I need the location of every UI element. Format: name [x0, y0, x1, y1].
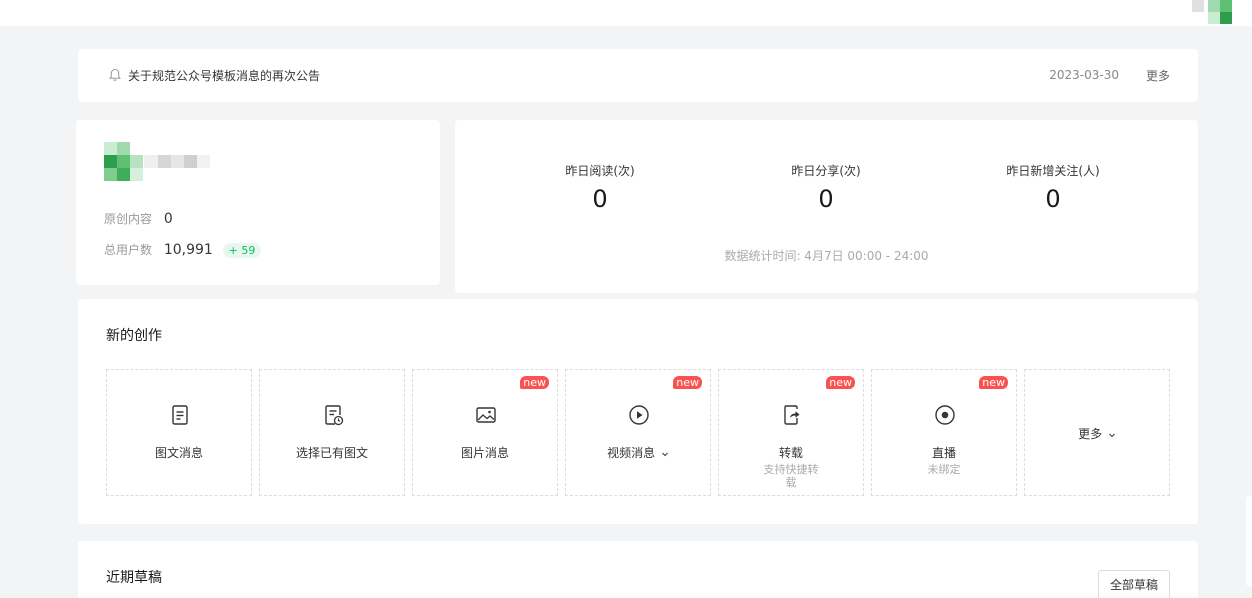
stat-value: 0 [592, 185, 608, 213]
stats-card: 昨日阅读(次) 0 昨日分享(次) 0 昨日新增关注(人) 0 数据统计时间: … [455, 120, 1198, 293]
live-icon [935, 405, 955, 425]
drafts-card: 近期草稿 全部草稿 [78, 541, 1198, 598]
chevron-down-icon [1109, 433, 1115, 437]
create-card: 新的创作 图文消息 选择已有图文 new 图片消息 new 视频消息 new 转… [78, 299, 1198, 524]
tile-repost[interactable]: new 转载 支持快捷转载 [718, 369, 864, 496]
users-delta-badge: + 59 [222, 243, 262, 258]
tile-live[interactable]: new 直播 未绑定 [871, 369, 1017, 496]
tile-label: 视频消息 [607, 446, 656, 460]
tile-video[interactable]: new 视频消息 [565, 369, 711, 496]
tile-more-label: 更多 [1025, 425, 1169, 442]
tile-label: 直播 [931, 446, 956, 460]
article-history-icon [325, 405, 344, 426]
notice-bar: 关于规范公众号模板消息的再次公告 2023-03-30 更多 [78, 49, 1198, 102]
stat-new-followers: 昨日新增关注(人) 0 [953, 162, 1153, 213]
repost-icon [784, 405, 800, 425]
top-bar [0, 0, 1252, 26]
stat-label: 昨日阅读(次) [565, 164, 635, 178]
notice-date: 2023-03-30 [1049, 68, 1119, 82]
original-content-label: 原创内容 [104, 212, 153, 226]
video-icon [629, 405, 649, 425]
bell-icon [108, 68, 122, 81]
total-users-row: 总用户数 10,991 + 59 [104, 241, 262, 258]
side-scroll-tab[interactable] [1246, 496, 1252, 586]
create-title: 新的创作 [106, 328, 162, 344]
tile-label: 图文消息 [154, 446, 203, 460]
account-logo-blurred [104, 142, 214, 182]
tile-article[interactable]: 图文消息 [106, 369, 252, 496]
tile-sublabel: 未绑定 [927, 463, 961, 476]
original-content-value: 0 [163, 211, 173, 227]
user-avatar[interactable] [1192, 0, 1232, 24]
tile-label: 转载 [778, 446, 803, 460]
all-drafts-button[interactable]: 全部草稿 [1098, 570, 1170, 598]
tile-more[interactable]: 更多 [1024, 369, 1170, 496]
stats-time: 数据统计时间: 4月7日 00:00 - 24:00 [724, 249, 929, 263]
new-badge: new [520, 376, 549, 389]
new-badge: new [826, 376, 855, 389]
stat-value: 0 [818, 185, 834, 213]
tile-label: 图片消息 [460, 446, 509, 460]
stat-value: 0 [1045, 185, 1061, 213]
tile-label-with-dropdown[interactable]: 视频消息 [566, 444, 710, 461]
image-icon [476, 407, 496, 423]
article-icon [172, 405, 188, 425]
stat-label: 昨日分享(次) [791, 164, 861, 178]
more-label: 更多 [1078, 427, 1103, 441]
tile-existing-article[interactable]: 选择已有图文 [259, 369, 405, 496]
chevron-down-icon [662, 452, 668, 456]
stat-reads: 昨日阅读(次) 0 [500, 162, 700, 213]
drafts-title: 近期草稿 [106, 570, 162, 586]
total-users-label: 总用户数 [104, 243, 153, 257]
tile-sublabel: 支持快捷转载 [763, 463, 819, 489]
new-badge: new [673, 376, 702, 389]
tile-label: 选择已有图文 [295, 446, 368, 460]
notice-more-link[interactable]: 更多 [1146, 67, 1170, 84]
stat-shares: 昨日分享(次) 0 [726, 162, 926, 213]
total-users-value: 10,991 [163, 242, 213, 258]
notice-link[interactable]: 关于规范公众号模板消息的再次公告 [128, 67, 320, 84]
original-content-row: 原创内容 0 [104, 210, 173, 227]
new-badge: new [979, 376, 1008, 389]
account-card: 原创内容 0 总用户数 10,991 + 59 [76, 120, 440, 285]
tile-image[interactable]: new 图片消息 [412, 369, 558, 496]
stat-label: 昨日新增关注(人) [1006, 164, 1100, 178]
